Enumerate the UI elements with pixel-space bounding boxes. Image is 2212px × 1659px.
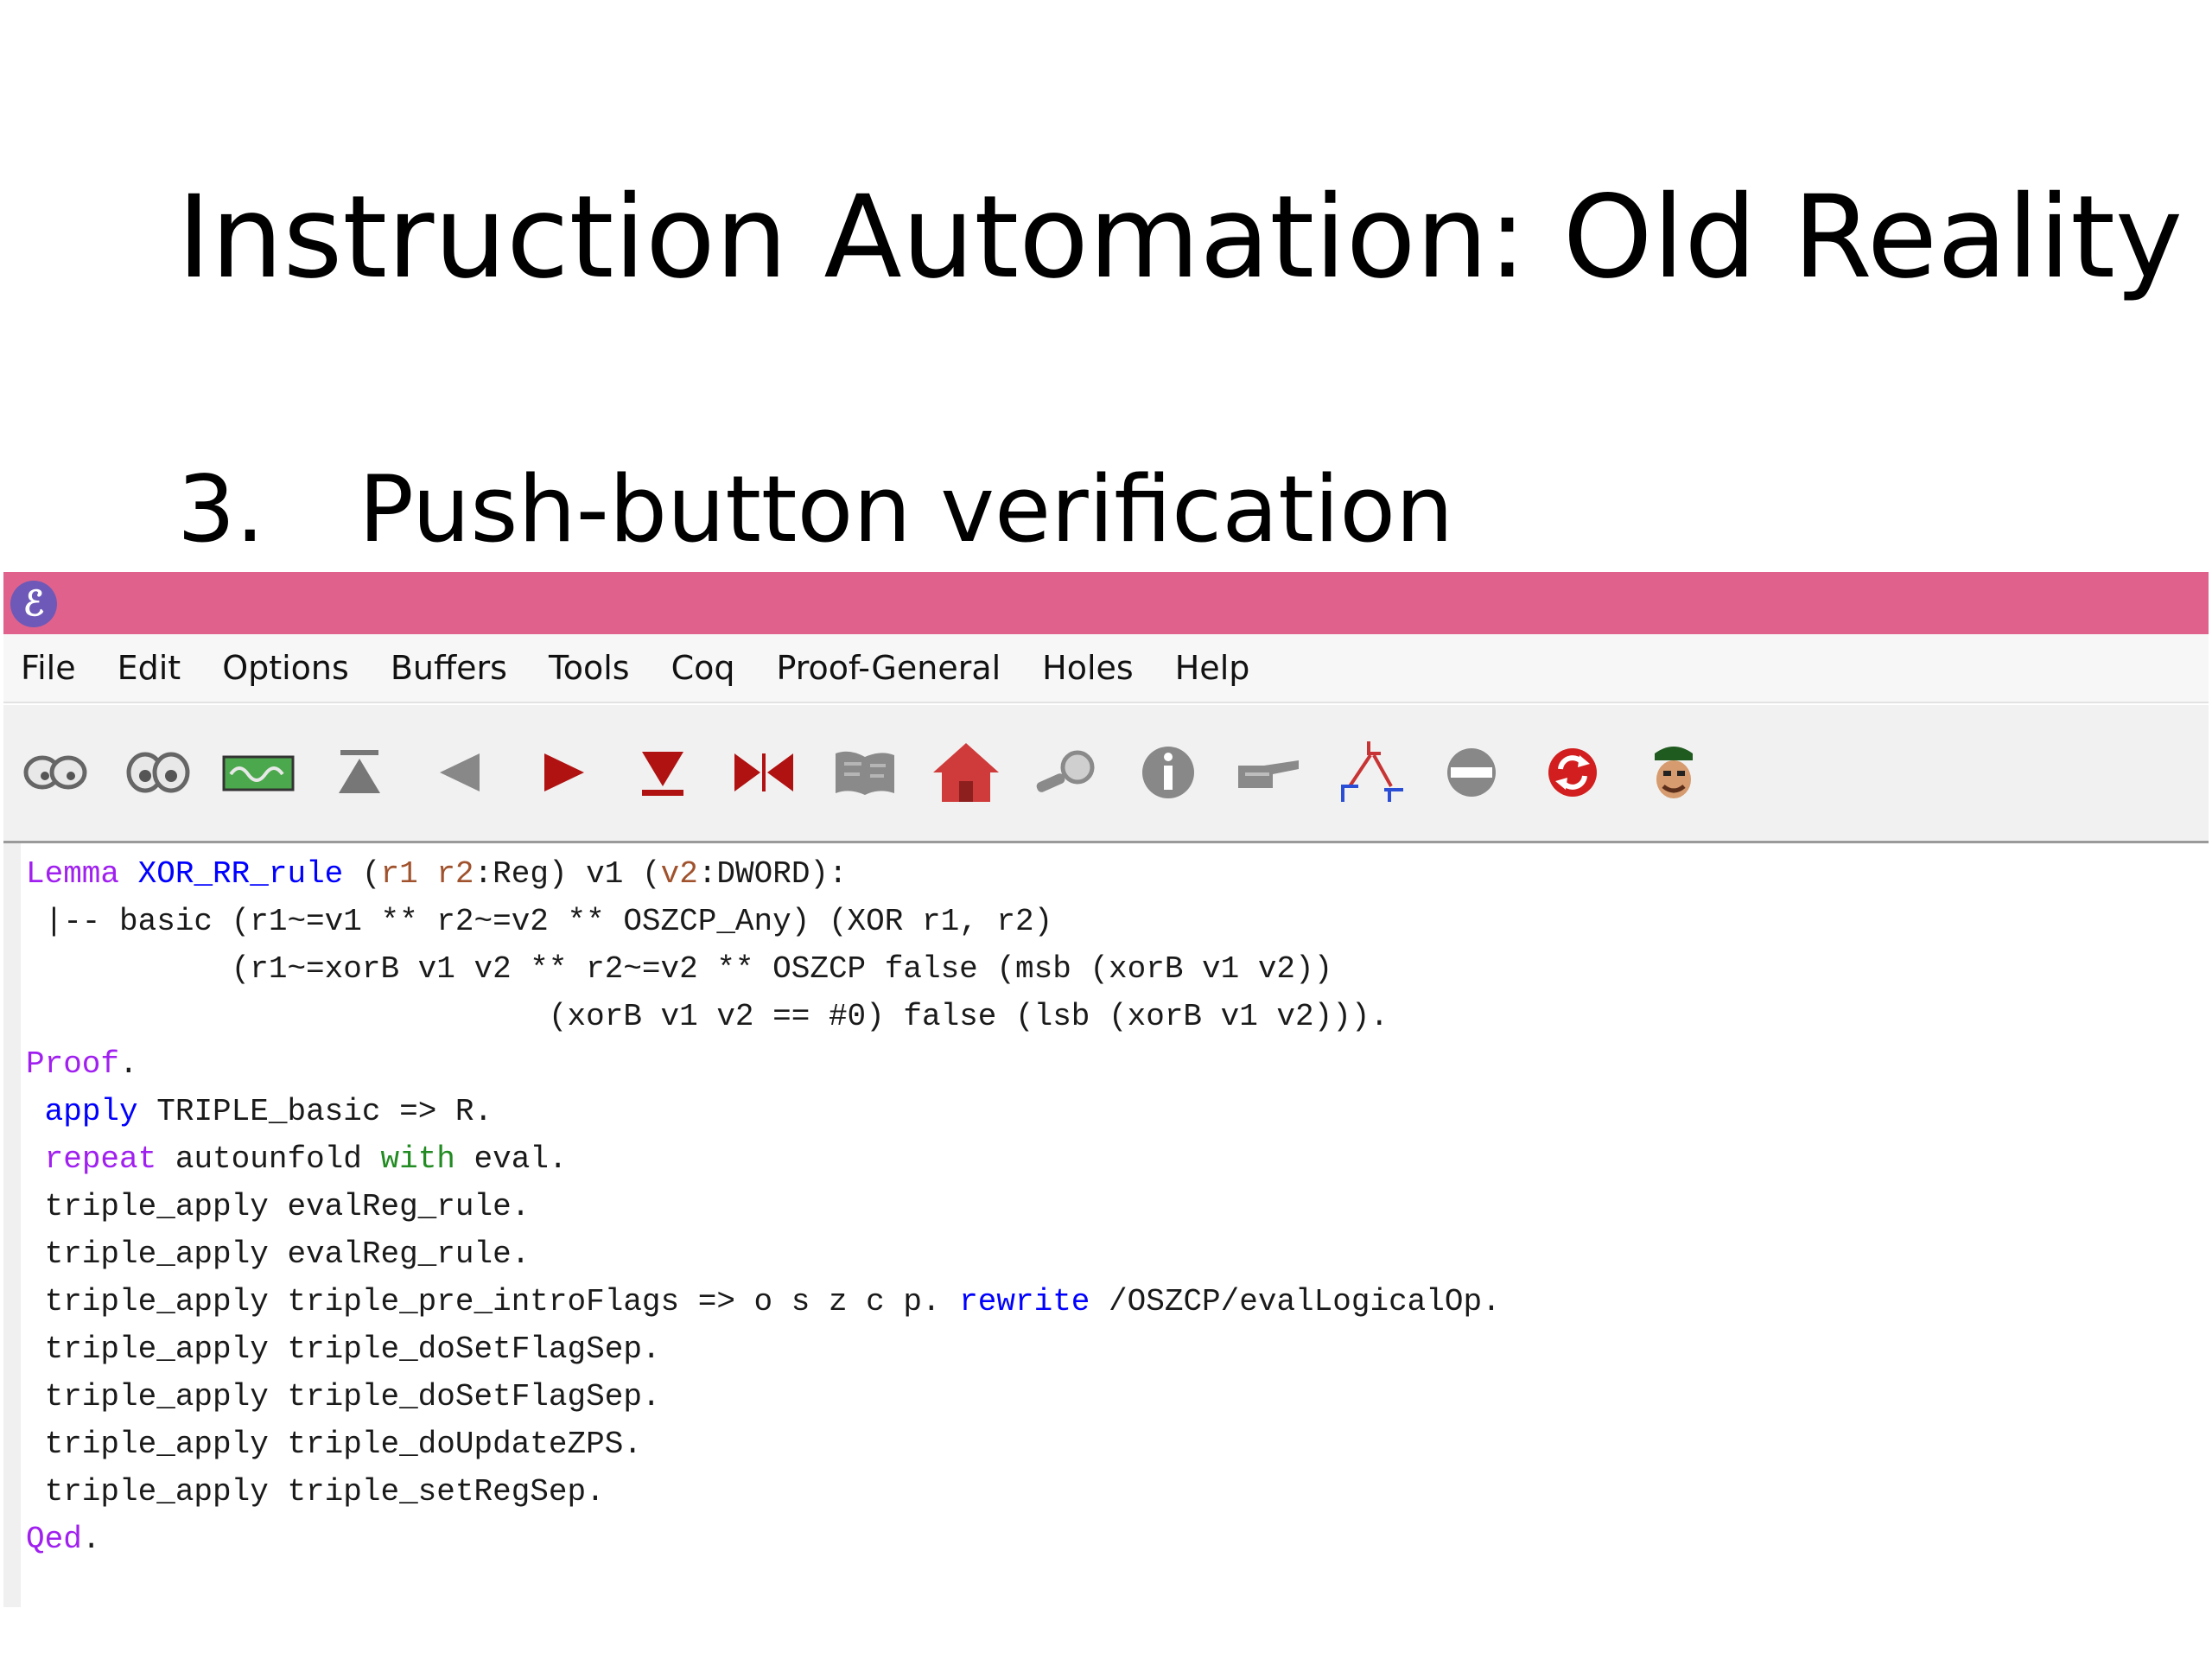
menu-proof-general[interactable]: Proof-General [776,649,1001,687]
bullet-point: 3. Push-button verification [177,454,1453,566]
window-titlebar[interactable]: ℰ [3,572,2209,634]
state-icon [23,755,87,790]
qed-button[interactable] [829,736,901,809]
code-line: repeat autounfold with eval. [44,1141,568,1177]
help-icon [1655,747,1693,798]
help-button[interactable] [1637,736,1710,809]
interrupt-button[interactable] [1435,736,1508,809]
command-button[interactable] [1233,736,1306,809]
menu-bar: File Edit Options Buffers Tools Coq Proo… [3,634,2209,703]
code-buffer[interactable]: Lemma XOR_RR_rule (r1 r2:Reg) v1 (v2:DWO… [3,843,2209,1607]
goal-button[interactable] [222,736,295,809]
code-line: triple_apply evalReg_rule. [26,1189,531,1224]
code-line: triple_apply evalReg_rule. [26,1236,531,1272]
menu-options[interactable]: Options [222,649,349,687]
menu-holes[interactable]: Holes [1042,649,1134,687]
context-button[interactable] [122,736,194,809]
code-line: Lemma XOR_RR_rule (r1 r2:Reg) v1 (v2:DWO… [26,856,848,892]
next-button[interactable] [525,736,598,809]
menu-buffers[interactable]: Buffers [391,649,507,687]
restart-button[interactable] [1536,736,1609,809]
home-icon [933,743,999,802]
goto-button[interactable] [728,736,800,809]
info-icon [1142,747,1194,798]
state-button[interactable] [19,736,92,809]
retract-icon [339,750,380,793]
prooftree-icon [1341,741,1403,802]
menu-coq[interactable]: Coq [671,649,735,687]
menu-edit[interactable]: Edit [118,649,181,687]
code-line: triple_apply triple_doSetFlagSep. [26,1332,661,1367]
menu-file[interactable]: File [21,649,76,687]
menu-tools[interactable]: Tools [549,649,630,687]
home-button[interactable] [930,736,1002,809]
toolbar [3,705,2209,843]
code-line: |-- basic (r1~=v1 ** r2~=v2 ** OSZCP_Any… [26,904,1053,939]
undo-button[interactable] [424,736,497,809]
retract-button[interactable] [323,736,396,809]
prooftree-button[interactable] [1334,736,1407,809]
code-line: triple_apply triple_setRegSep. [26,1474,605,1510]
goal-icon [222,755,295,791]
restart-icon [1548,748,1597,797]
code-line: triple_apply triple_pre_introFlags => o … [26,1284,1501,1319]
code-line: (r1~=xorB v1 v2 ** r2~=v2 ** OSZCP false… [26,951,1333,987]
use-button[interactable] [626,736,699,809]
use-icon [642,752,683,796]
interrupt-icon [1447,748,1496,797]
context-icon [126,752,190,793]
next-icon [544,753,584,791]
code-line: triple_apply triple_doSetFlagSep. [26,1379,661,1414]
proof-script: Lemma XOR_RR_rule (r1 r2:Reg) v1 (v2:DWO… [26,850,1501,1563]
code-line: Proof. [26,1046,138,1082]
emacs-window: ℰ File Edit Options Buffers Tools Coq Pr… [3,572,2209,1607]
code-line: (xorB v1 v2 == #0) false (lsb (xorB v1 v… [26,999,1389,1034]
menu-help[interactable]: Help [1175,649,1250,687]
code-line: triple_apply triple_doUpdateZPS. [26,1427,642,1462]
emacs-icon[interactable]: ℰ [10,581,57,627]
code-line: Qed. [26,1522,101,1557]
find-button[interactable] [1031,736,1103,809]
bullet-number: 3. [177,456,265,563]
slide-title: Instruction Automation: Old Reality [177,171,2183,304]
code-line: apply TRIPLE_basic => R. [44,1094,493,1129]
qed-icon [836,751,894,795]
bullet-text: Push-button verification [359,456,1454,563]
info-button[interactable] [1132,736,1205,809]
command-icon [1238,760,1299,788]
undo-icon [440,753,480,791]
find-icon [1036,750,1095,792]
goto-icon [734,753,793,791]
